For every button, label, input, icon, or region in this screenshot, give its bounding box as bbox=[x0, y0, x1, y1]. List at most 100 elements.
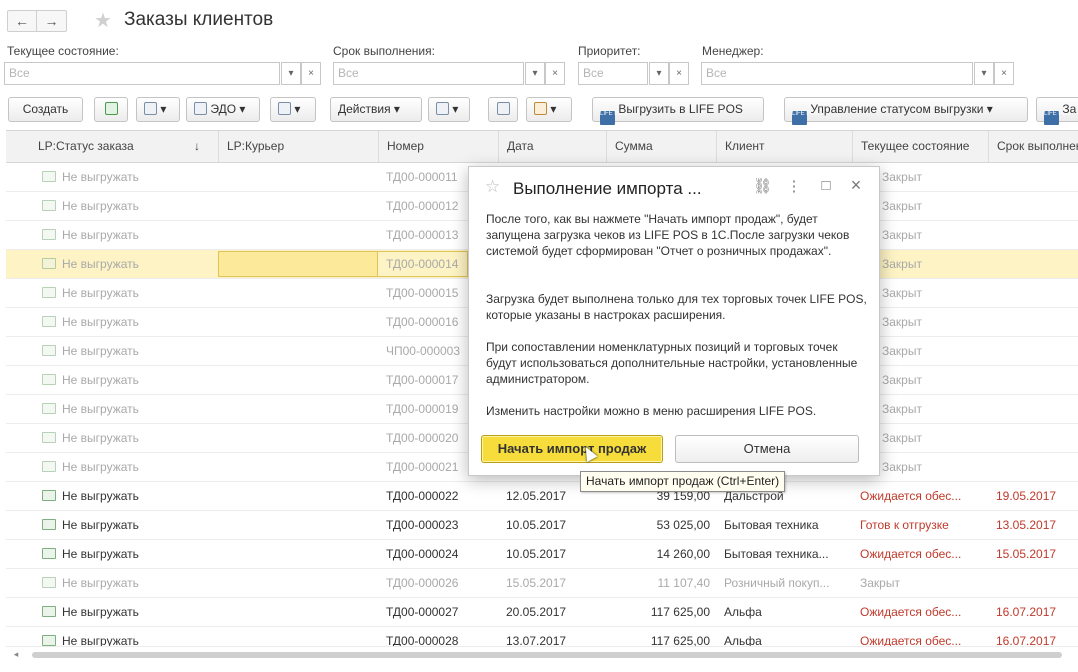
close-icon[interactable]: × bbox=[847, 175, 865, 196]
cell-state: Закрыт bbox=[882, 315, 922, 329]
cell-state: Закрыт bbox=[882, 402, 922, 416]
table-row[interactable]: Не выгружать ТД00-000028 13.07.2017 117 … bbox=[6, 627, 1078, 647]
cell-status: Не выгружать bbox=[42, 569, 212, 597]
col-deadline[interactable]: Срок выполнения bbox=[988, 131, 1078, 162]
table-row[interactable]: Не выгружать ТД00-000026 15.05.2017 11 1… bbox=[6, 569, 1078, 598]
cell-status: Не выгружать bbox=[42, 540, 212, 568]
cell-deadline: 16.07.2017 bbox=[996, 634, 1057, 647]
cell-status: Не выгружать bbox=[42, 366, 212, 394]
cancel-button[interactable]: Отмена bbox=[675, 435, 859, 463]
filter-priority-clear[interactable]: × bbox=[669, 62, 689, 85]
col-state[interactable]: Текущее состояние bbox=[852, 131, 988, 162]
document-status-icon bbox=[42, 345, 56, 356]
reports-button[interactable]: ▾ bbox=[428, 97, 470, 122]
table-row[interactable]: Не выгружать ТД00-000023 10.05.2017 53 0… bbox=[6, 511, 1078, 540]
sort-indicator[interactable]: ↓ bbox=[186, 131, 218, 162]
dialog-paragraph-4: Изменить настройки можно в меню расширен… bbox=[486, 404, 817, 418]
col-client[interactable]: Клиент bbox=[716, 131, 852, 162]
forward-button[interactable]: → bbox=[37, 10, 67, 32]
cell-number: ТД00-000017 bbox=[386, 373, 459, 387]
col-date[interactable]: Дата bbox=[498, 131, 606, 162]
filter-deadline-label: Срок выполнения: bbox=[333, 44, 435, 58]
cell-status: Не выгружать bbox=[42, 250, 212, 278]
cell-deadline: 13.05.2017 bbox=[996, 518, 1057, 532]
dialog-paragraph-1: После того, как вы нажмете "Начать импор… bbox=[486, 212, 850, 258]
filter-state-clear[interactable]: × bbox=[301, 62, 321, 85]
favorite-star-icon[interactable]: ★ bbox=[94, 8, 112, 33]
filter-deadline-clear[interactable]: × bbox=[545, 62, 565, 85]
document-status-icon bbox=[42, 316, 56, 327]
cell-deadline: 16.07.2017 bbox=[996, 605, 1057, 619]
table-row[interactable]: Не выгружать ТД00-000024 10.05.2017 14 2… bbox=[6, 540, 1078, 569]
document-status-icon bbox=[42, 548, 56, 559]
filter-priority-input[interactable]: Все bbox=[578, 62, 648, 85]
filter-state-input[interactable]: Все bbox=[4, 62, 280, 85]
table-row[interactable]: Не выгружать ТД00-000027 20.05.2017 117 … bbox=[6, 598, 1078, 627]
maximize-icon[interactable]: □ bbox=[817, 177, 835, 194]
filter-manager-input[interactable]: Все bbox=[701, 62, 973, 85]
cell-client: Альфа bbox=[724, 634, 762, 647]
more-lifepos-button[interactable]: LIFE POS За bbox=[1036, 97, 1078, 125]
document-status-icon bbox=[42, 229, 56, 240]
document-status-icon bbox=[42, 200, 56, 211]
start-import-tooltip: Начать импорт продаж (Ctrl+Enter) bbox=[580, 471, 786, 492]
cell-number: ТД00-000016 bbox=[386, 315, 459, 329]
filter-priority-dropdown[interactable]: ▾ bbox=[649, 62, 669, 85]
cell-number: ТД00-000027 bbox=[386, 605, 459, 619]
documents-icon bbox=[144, 102, 157, 115]
cell-courier-focused[interactable] bbox=[218, 251, 378, 277]
filter-manager-clear[interactable]: × bbox=[994, 62, 1014, 85]
upload-status-button[interactable]: LIFE POS Управление статусом выгрузки ▾ bbox=[784, 97, 1028, 125]
filter-manager-dropdown[interactable]: ▾ bbox=[974, 62, 994, 85]
cell-state: Ожидается обес... bbox=[860, 489, 962, 503]
actions-button[interactable]: Действия ▾ bbox=[330, 97, 422, 122]
cell-state: Закрыт bbox=[882, 228, 922, 242]
more-options-icon[interactable]: ⋮ bbox=[785, 177, 803, 195]
cell-state: Ожидается обес... bbox=[860, 547, 962, 561]
cell-state: Закрыт bbox=[882, 170, 922, 184]
document-status-icon bbox=[42, 635, 56, 646]
dialog-paragraph-3: При сопоставлении номенклатурных позиций… bbox=[486, 340, 858, 386]
document-status-icon bbox=[42, 403, 56, 414]
create-button[interactable]: Создать bbox=[8, 97, 83, 122]
attachments-button[interactable]: ▾ bbox=[526, 97, 572, 122]
cell-client: Бытовая техника... bbox=[724, 547, 829, 561]
table-row[interactable]: Не выгружать ТД00-000022 12.05.2017 39 1… bbox=[6, 482, 1078, 511]
horizontal-scrollbar[interactable]: ◂ bbox=[10, 648, 1070, 660]
cell-number: ТД00-000022 bbox=[386, 489, 459, 503]
favorite-star-icon[interactable]: ☆ bbox=[485, 177, 500, 197]
cell-status: Не выгружать bbox=[42, 453, 212, 481]
document-status-icon bbox=[42, 258, 56, 269]
col-lp-status[interactable]: LP:Статус заказа bbox=[30, 131, 186, 162]
print-forms-button[interactable]: ▾ bbox=[136, 97, 180, 122]
list-button[interactable] bbox=[488, 97, 518, 122]
cell-status: Не выгружать bbox=[42, 627, 212, 646]
lifepos-icon: LIFE POS bbox=[600, 111, 627, 125]
cell-number: ТД00-000019 bbox=[386, 402, 459, 416]
filter-deadline-dropdown[interactable]: ▾ bbox=[525, 62, 545, 85]
print-button[interactable]: ▾ bbox=[270, 97, 316, 122]
cell-state: Ожидается обес... bbox=[860, 634, 962, 647]
edo-icon bbox=[194, 102, 207, 115]
scrollbar-thumb[interactable] bbox=[32, 652, 1062, 658]
attachment-icon bbox=[534, 102, 547, 115]
cell-status: Не выгружать bbox=[42, 279, 212, 307]
start-import-button[interactable]: Начать импорт продаж bbox=[481, 435, 663, 463]
cell-date: 13.07.2017 bbox=[506, 634, 567, 647]
create-based-button[interactable] bbox=[94, 97, 128, 122]
lifepos-icon: LIFE POS bbox=[792, 111, 819, 125]
col-courier[interactable]: LP:Курьер bbox=[218, 131, 378, 162]
cell-state: Закрыт bbox=[882, 199, 922, 213]
document-status-icon bbox=[42, 577, 56, 588]
col-sum[interactable]: Сумма bbox=[606, 131, 716, 162]
scroll-left-icon[interactable]: ◂ bbox=[10, 648, 22, 660]
filter-state-dropdown[interactable]: ▾ bbox=[281, 62, 301, 85]
back-button[interactable]: ← bbox=[7, 10, 37, 32]
document-status-icon bbox=[42, 519, 56, 530]
col-number[interactable]: Номер bbox=[378, 131, 498, 162]
filter-deadline-input[interactable]: Все bbox=[333, 62, 524, 85]
upload-to-lifepos-button[interactable]: LIFE POS Выгрузить в LIFE POS bbox=[592, 97, 764, 125]
document-status-icon bbox=[42, 287, 56, 298]
edo-button[interactable]: ЭДО ▾ bbox=[186, 97, 260, 122]
link-icon[interactable]: ⛓ bbox=[753, 177, 772, 195]
